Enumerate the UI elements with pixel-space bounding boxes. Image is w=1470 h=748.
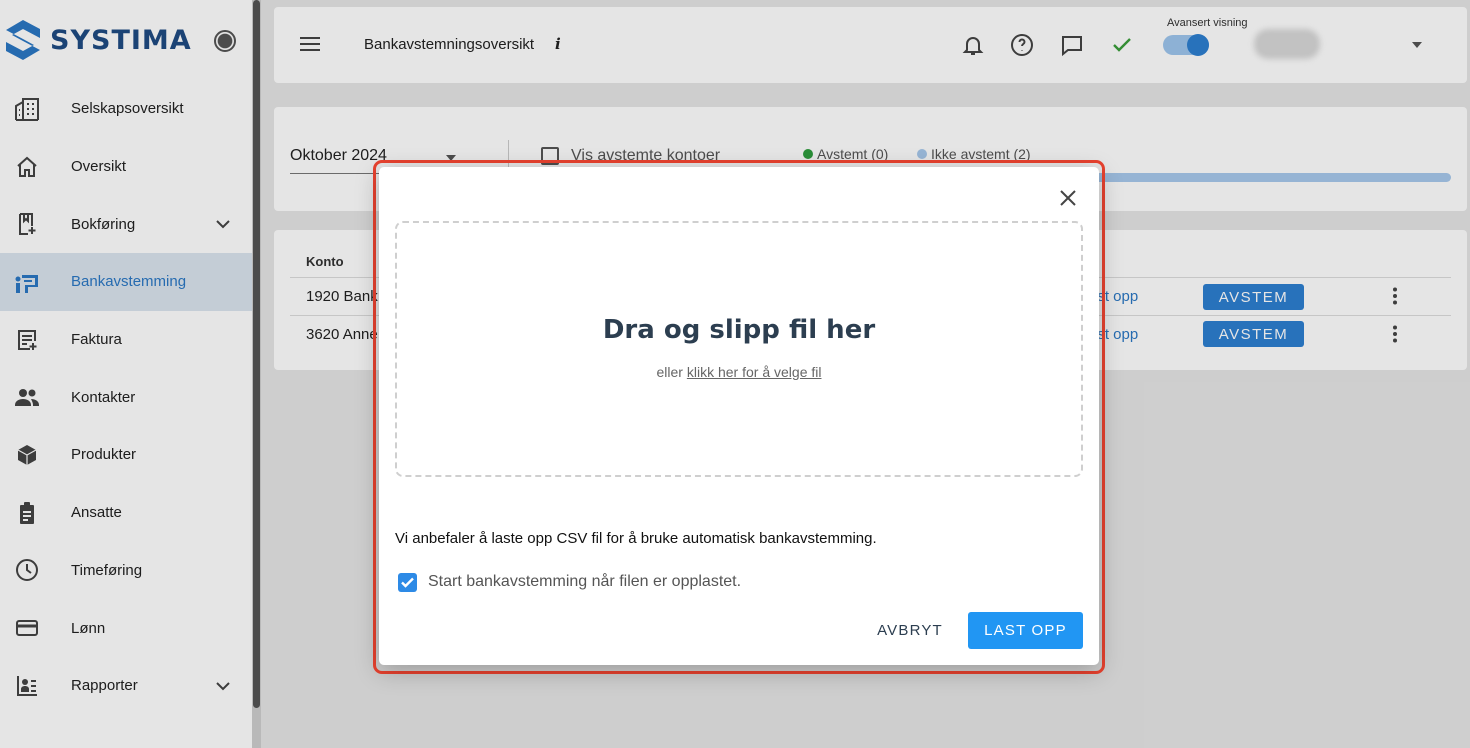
start-reconciliation-label: Start bankavstemming når filen er opplas…: [428, 573, 742, 590]
start-reconciliation-checkbox[interactable]: [398, 573, 417, 592]
cancel-button[interactable]: AVBRYT: [865, 613, 955, 647]
dropzone-title: Dra og slipp fil her: [602, 315, 876, 345]
csv-recommendation-text: Vi anbefaler å laste opp CSV fil for å b…: [395, 530, 877, 547]
dropzone-subtitle: eller klikk her for å velge fil: [397, 364, 1081, 380]
close-icon[interactable]: [1059, 189, 1077, 207]
dropzone-or: eller: [656, 364, 683, 380]
checkmark-icon: [401, 577, 414, 588]
upload-button[interactable]: LAST OPP: [968, 612, 1083, 649]
choose-file-link[interactable]: klikk her for å velge fil: [687, 364, 822, 380]
file-dropzone[interactable]: Dra og slipp fil her eller klikk her for…: [395, 221, 1083, 477]
upload-dialog: Dra og slipp fil her eller klikk her for…: [379, 167, 1099, 665]
